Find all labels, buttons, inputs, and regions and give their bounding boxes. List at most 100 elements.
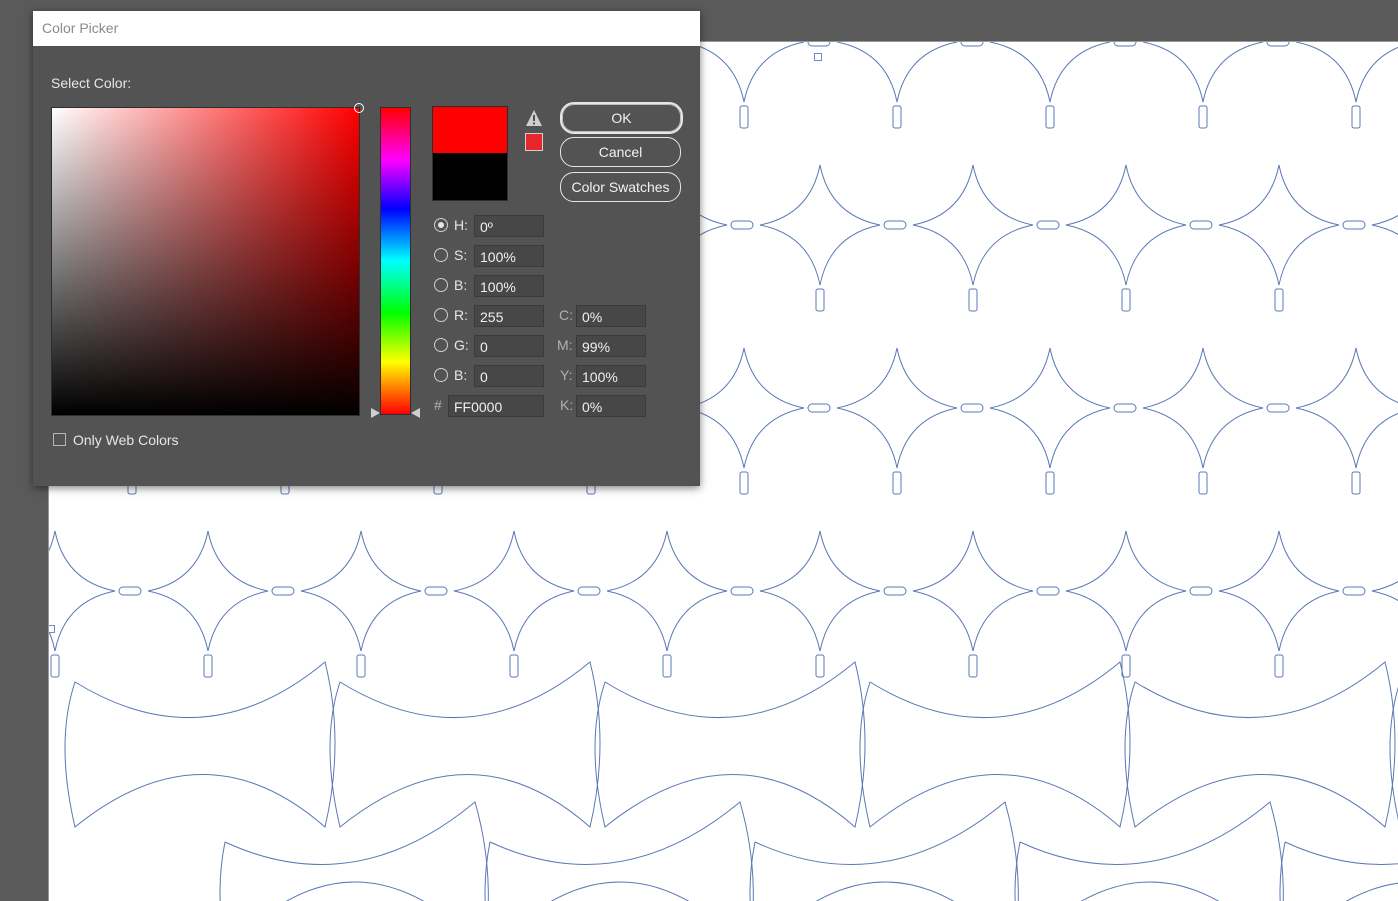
pattern-slot [1189,586,1213,596]
black-input[interactable]: 0% [576,395,646,417]
current-color-swatch[interactable] [432,153,508,201]
saturation-brightness-field[interactable] [51,103,364,416]
blue-radio[interactable] [434,368,448,382]
pattern-star-shape [759,164,881,286]
color-field-cursor[interactable] [354,103,364,113]
pattern-slot [960,403,984,413]
pattern-slot [1274,654,1284,678]
pattern-arch-shape [815,881,955,901]
hue-input[interactable]: 0º [474,215,544,237]
pattern-star-shape [1371,215,1398,235]
magenta-input[interactable]: 99% [576,335,646,357]
pattern-star-shape [147,530,269,652]
pattern-slot [1045,471,1055,495]
pattern-star-shape [1295,42,1398,103]
pattern-star-shape [1218,164,1340,286]
pattern-arch-shape [1345,882,1398,901]
pattern-slot [730,220,754,230]
hex-input[interactable]: FF0000 [448,395,544,417]
pattern-slot [424,586,448,596]
ok-button[interactable]: OK [560,102,683,134]
hue-slider-right-arrow[interactable] [411,408,420,418]
hue-label: H: [454,217,468,233]
pattern-star-shape [836,347,958,469]
pattern-star-shape [989,42,1111,103]
brightness-input[interactable]: 100% [474,275,544,297]
hue-radio[interactable] [434,218,448,232]
saturation-label: S: [454,247,468,263]
pattern-slot [1274,288,1284,312]
pattern-arch-shape [64,661,336,828]
pattern-star-shape [49,530,116,652]
pattern-slot [203,654,213,678]
pattern-slot [1266,42,1290,47]
pattern-arch-shape [329,661,601,828]
warning-icon[interactable] [525,109,543,127]
saturation-input[interactable]: 100% [474,245,544,267]
yellow-input[interactable]: 100% [576,365,646,387]
selection-handle-top[interactable] [814,53,822,61]
brightness-radio[interactable] [434,278,448,292]
cyan-input[interactable]: 0% [576,305,646,327]
dialog-title[interactable]: Color Picker [33,11,700,46]
only-web-colors-checkbox[interactable] [53,433,66,446]
cancel-button[interactable]: Cancel [560,137,681,167]
pattern-arch-shape [1389,686,1398,821]
black-label: K: [560,397,574,413]
pattern-arch-shape [859,661,1131,828]
pattern-star-shape [300,530,422,652]
pattern-slot [1266,403,1290,413]
green-radio[interactable] [434,338,448,352]
pattern-slot [1342,586,1366,596]
blue-input[interactable]: 0 [474,365,544,387]
pattern-slot [739,105,749,129]
pattern-star-shape [1142,42,1264,103]
pattern-arch-shape [1080,881,1220,901]
pattern-arch-shape [550,881,690,901]
pattern-slot [118,586,142,596]
pattern-slot [883,586,907,596]
red-radio[interactable] [434,308,448,322]
pattern-star-shape [759,530,881,652]
saturation-radio[interactable] [434,248,448,262]
pattern-arch-shape [749,801,1019,901]
red-input[interactable]: 255 [474,305,544,327]
brightness-label: B: [454,277,468,293]
green-input[interactable]: 0 [474,335,544,357]
pattern-slot [1045,105,1055,129]
out-of-gamut-cube-icon[interactable] [525,133,543,151]
pattern-slot [662,654,672,678]
pattern-arch-shape [285,881,425,901]
pattern-slot [960,42,984,47]
cyan-label: C: [559,307,573,323]
pattern-arch-shape [1279,841,1398,901]
selection-handle-left[interactable] [49,625,55,633]
pattern-slot [577,586,601,596]
pattern-slot [50,654,60,678]
hue-slider-left-arrow[interactable] [371,408,380,418]
pattern-slot [1198,105,1208,129]
pattern-slot [815,288,825,312]
pattern-slot [739,471,749,495]
pattern-slot [1036,586,1060,596]
pattern-star-shape [453,530,575,652]
pattern-star-shape [836,42,958,103]
color-swatches-button[interactable]: Color Swatches [560,172,681,202]
green-label: G: [454,337,469,353]
pattern-slot [968,654,978,678]
pattern-arch-shape [1014,801,1284,901]
hue-slider[interactable] [380,107,411,415]
pattern-slot [1351,105,1361,129]
pattern-slot [883,220,907,230]
pattern-star-shape [1142,347,1264,469]
magenta-label: M: [557,337,573,353]
pattern-slot [509,654,519,678]
color-picker-dialog: Color Picker Select Color: OK Cancel Col… [33,11,700,486]
pattern-star-shape [1065,164,1187,286]
pattern-slot [815,654,825,678]
pattern-slot [1342,220,1366,230]
pattern-slot [271,586,295,596]
pattern-star-shape [912,164,1034,286]
only-web-colors-label: Only Web Colors [73,432,179,448]
pattern-star-shape [912,530,1034,652]
